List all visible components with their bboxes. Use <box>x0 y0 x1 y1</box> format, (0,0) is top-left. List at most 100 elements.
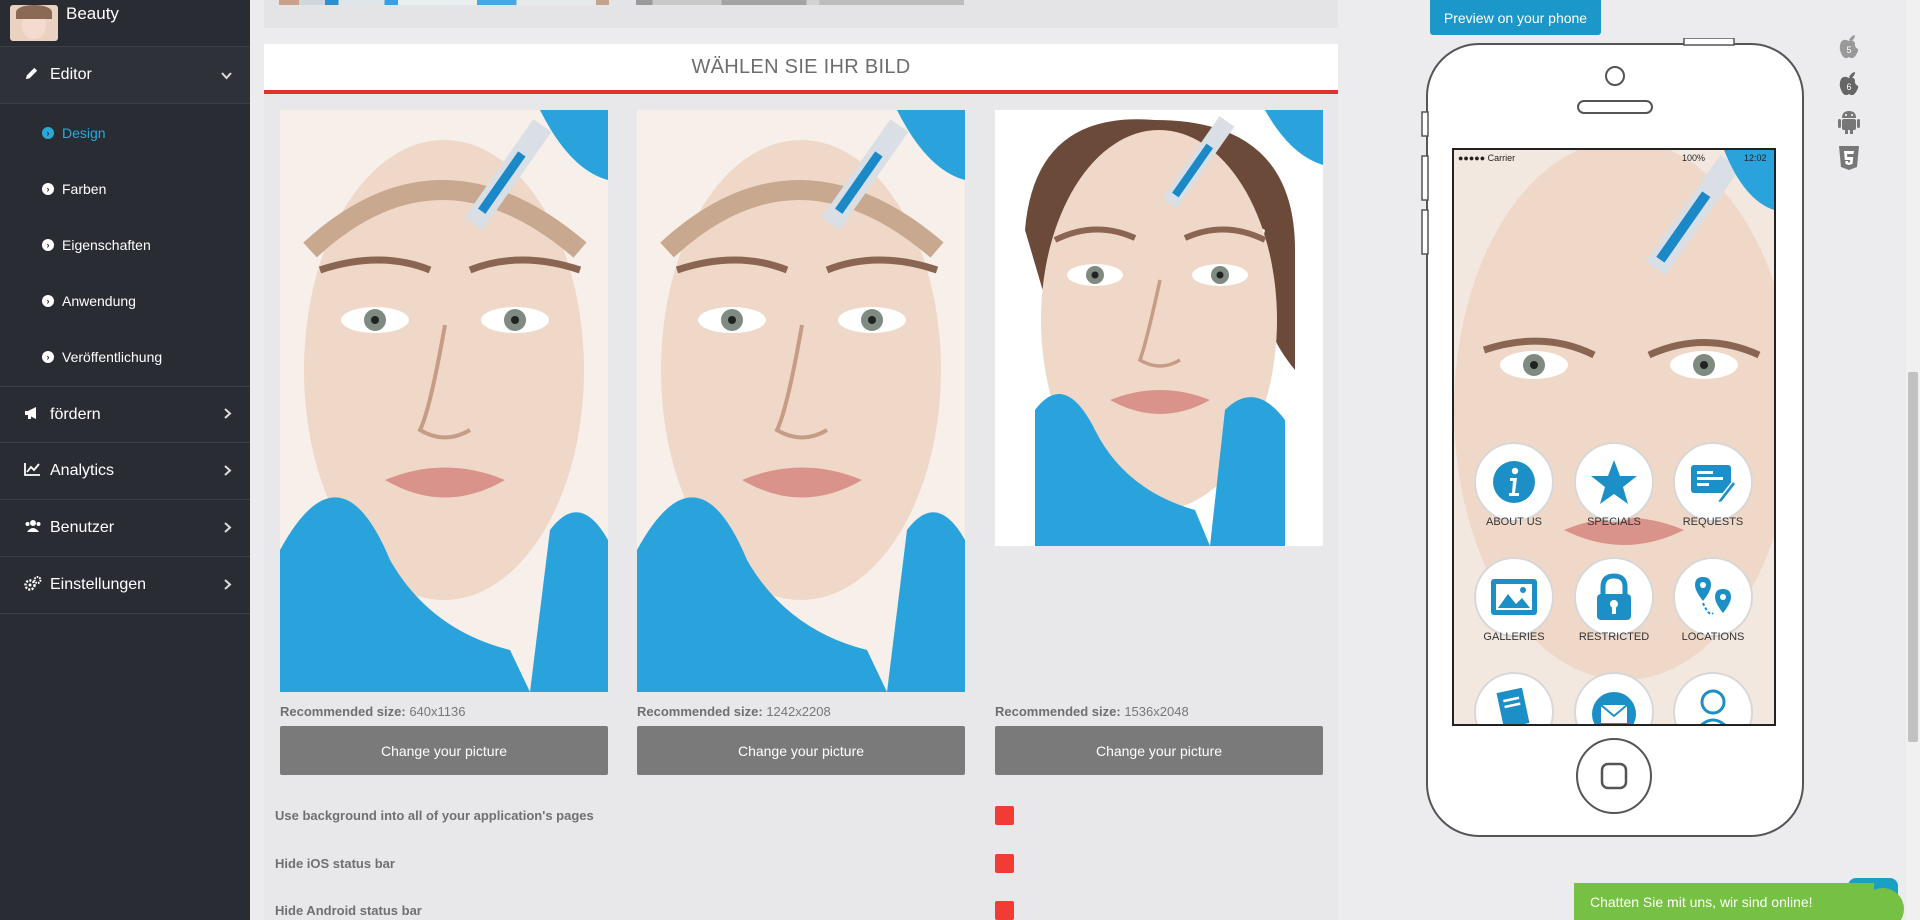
chevron-circle-icon: › <box>42 295 54 307</box>
thumbnail-strip[interactable] <box>279 0 609 5</box>
line-chart-icon <box>24 462 46 480</box>
tile-label: ABOUT US <box>1485 516 1543 528</box>
change-picture-button[interactable]: Change your picture <box>637 726 965 775</box>
image-icon <box>1474 557 1554 637</box>
chevron-circle-icon: › <box>42 183 54 195</box>
phone-preview: ●●●●● Carrier 100% 12:02 ABOUT US SPECIA… <box>1420 37 1810 838</box>
sidebar-subitem-eigenschaften[interactable]: › Eigenschaften <box>0 217 250 273</box>
users-icon <box>24 519 46 537</box>
platform-selector: 5 6 <box>1836 34 1862 182</box>
brand[interactable]: Beauty <box>0 0 250 47</box>
star-icon <box>1574 442 1654 522</box>
sidebar: Beauty Editor › Design › Farben › Eigens… <box>0 0 250 920</box>
user-icon <box>1673 672 1753 724</box>
html5-icon[interactable] <box>1836 145 1862 171</box>
sidebar-subitem-farben[interactable]: › Farben <box>0 161 250 217</box>
status-carrier: ●●●●● Carrier <box>1458 153 1516 163</box>
recommended-size-label: Recommended size: <box>280 704 406 719</box>
tile-specials[interactable]: SPECIALS <box>1572 442 1656 528</box>
gears-icon <box>24 575 46 595</box>
change-picture-button[interactable]: Change your picture <box>995 726 1323 775</box>
sidebar-subitem-anwendung[interactable]: › Anwendung <box>0 273 250 329</box>
sidebar-item-analytics[interactable]: Analytics <box>0 443 250 500</box>
panel-header: WÄHLEN SIE IHR BILD <box>264 44 1338 94</box>
tile-locations[interactable]: LOCATIONS <box>1671 557 1755 643</box>
phone-status-bar: ●●●●● Carrier 100% 12:02 <box>1454 150 1774 164</box>
hide-android-statusbar-checkbox[interactable] <box>995 901 1014 920</box>
picture-column-2: Recommended size: 1242x2208 Change your … <box>637 110 965 775</box>
pencil-icon <box>24 66 46 85</box>
sidebar-item-editor[interactable]: Editor <box>0 47 250 104</box>
option-label: Hide iOS status bar <box>275 856 395 871</box>
option-label: Hide Android status bar <box>275 903 422 918</box>
preview-on-phone-button[interactable]: Preview on your phone <box>1430 0 1601 35</box>
recommended-size-label: Recommended size: <box>995 704 1121 719</box>
previous-section <box>264 0 1338 28</box>
recommended-size: Recommended size: 1242x2208 <box>637 704 965 720</box>
change-picture-button[interactable]: Change your picture <box>280 726 608 775</box>
background-all-pages-checkbox[interactable] <box>995 806 1014 825</box>
lock-icon <box>1574 557 1654 637</box>
tile-requests[interactable]: REQUESTS <box>1671 442 1755 528</box>
panel-title: WÄHLEN SIE IHR BILD <box>691 55 911 78</box>
background-image-preview <box>637 110 965 692</box>
editor-submenu: › Design › Farben › Eigenschaften › Anwe… <box>0 104 250 386</box>
page-scrollbar[interactable] <box>1906 0 1920 920</box>
sidebar-item-label: Analytics <box>50 462 115 479</box>
ios5-icon[interactable]: 5 <box>1836 34 1862 60</box>
envelope-icon <box>1574 672 1654 724</box>
option-row-hide-ios-statusbar: Hide iOS status bar <box>275 854 1315 874</box>
map-pin-icon <box>1673 557 1753 637</box>
sidebar-item-foerdern[interactable]: fördern <box>0 386 250 443</box>
sidebar-item-label: Editor <box>50 66 92 83</box>
sidebar-subitem-label: Design <box>62 125 106 141</box>
picture-column-1: Recommended size: 640x1136 Change your p… <box>280 110 608 775</box>
sidebar-item-label: Benutzer <box>50 519 115 536</box>
os-version-number: 5 <box>1846 45 1851 55</box>
tile-label: SPECIALS <box>1587 516 1641 528</box>
tile-restricted[interactable]: RESTRICTED <box>1572 557 1656 643</box>
tile-partial[interactable] <box>1472 672 1556 724</box>
thumbnail-strip[interactable] <box>636 0 964 5</box>
sidebar-item-benutzer[interactable]: Benutzer <box>0 500 250 557</box>
sidebar-subitem-veroeffentlichung[interactable]: › Veröffentlichung <box>0 329 250 385</box>
chevron-right-icon <box>224 521 232 536</box>
recommended-size: Recommended size: 640x1136 <box>280 704 608 720</box>
recommended-size: Recommended size: 1536x2048 <box>995 704 1323 720</box>
chevron-right-icon <box>224 464 232 479</box>
phone-screen: ●●●●● Carrier 100% 12:02 ABOUT US SPECIA… <box>1454 150 1774 724</box>
tile-label: RESTRICTED <box>1578 631 1650 643</box>
sidebar-subitem-design[interactable]: › Design <box>0 105 250 161</box>
tile-partial[interactable] <box>1671 672 1755 724</box>
tile-label: LOCATIONS <box>1681 631 1745 643</box>
sidebar-subitem-label: Anwendung <box>62 293 136 309</box>
avatar <box>10 5 58 41</box>
megaphone-icon <box>24 406 46 424</box>
chevron-right-icon <box>224 578 232 593</box>
choose-picture-panel: WÄHLEN SIE IHR BILD Recommended size: 64… <box>264 44 1338 920</box>
hide-ios-statusbar-checkbox[interactable] <box>995 854 1014 873</box>
tile-label: GALLERIES <box>1483 631 1545 643</box>
recommended-size-value: 640x1136 <box>409 704 466 719</box>
tile-about-us[interactable]: ABOUT US <box>1472 442 1556 528</box>
ios6-icon[interactable]: 6 <box>1836 71 1862 97</box>
sidebar-subitem-label: Eigenschaften <box>62 237 151 253</box>
document-icon <box>1474 672 1554 724</box>
chevron-circle-icon: › <box>42 351 54 363</box>
chat-widget[interactable]: Chatten Sie mit uns, wir sind online! <box>1574 883 1874 920</box>
picture-column-3: Recommended size: 1536x2048 Change your … <box>995 110 1323 775</box>
background-image-preview <box>280 110 608 692</box>
brand-name: Beauty <box>66 4 119 23</box>
sidebar-subitem-label: Farben <box>62 181 107 197</box>
status-battery: 100% <box>1682 153 1706 163</box>
option-row-background-all-pages: Use background into all of your applicat… <box>275 806 1315 826</box>
tile-galleries[interactable]: GALLERIES <box>1472 557 1556 643</box>
sidebar-item-einstellungen[interactable]: Einstellungen <box>0 557 250 614</box>
background-image-preview <box>995 110 1323 546</box>
chevron-circle-icon: › <box>42 127 54 139</box>
android-icon[interactable] <box>1836 108 1862 134</box>
tile-partial[interactable] <box>1572 672 1656 724</box>
chevron-right-icon <box>224 407 232 422</box>
info-icon <box>1474 442 1554 522</box>
scrollbar-thumb[interactable] <box>1908 372 1918 742</box>
